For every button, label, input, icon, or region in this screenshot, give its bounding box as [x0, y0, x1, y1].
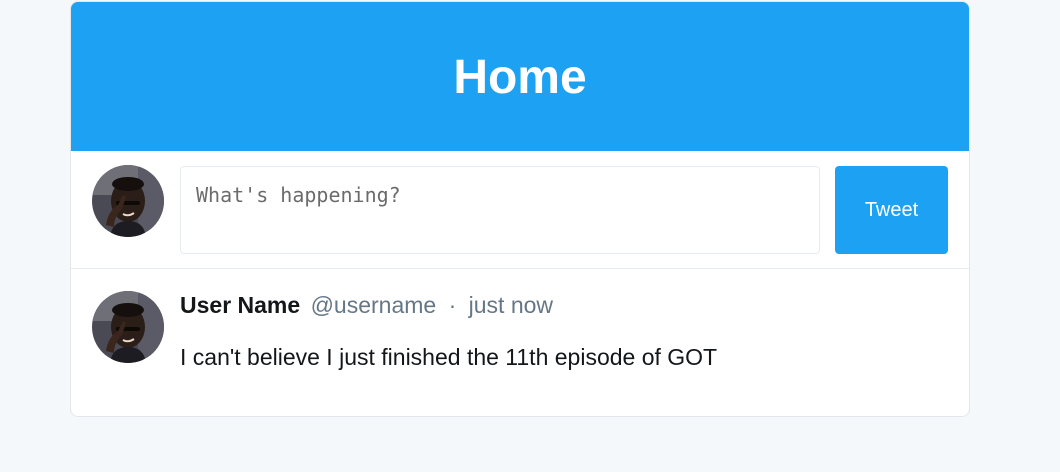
tweet-item: User Name @username · just now I can't b… [71, 269, 969, 416]
page-header: Home [71, 2, 969, 151]
home-card: Home Tweet [70, 1, 970, 417]
tweet-meta: User Name @username · just now [180, 292, 553, 319]
tweet-author-handle[interactable]: @username [311, 292, 437, 318]
tweet-text-input[interactable] [180, 166, 820, 254]
tweet-button[interactable]: Tweet [835, 166, 948, 254]
user-avatar-icon[interactable] [92, 165, 164, 237]
tweet-author-name[interactable]: User Name [180, 292, 300, 318]
tweet-body-text: I can't believe I just finished the 11th… [180, 344, 718, 370]
tweet-composer: Tweet [71, 151, 969, 269]
tweet-meta-separator: · [448, 292, 457, 318]
tweet-timestamp: just now [468, 292, 554, 318]
page-title: Home [453, 51, 587, 104]
user-avatar-icon[interactable] [92, 291, 164, 363]
